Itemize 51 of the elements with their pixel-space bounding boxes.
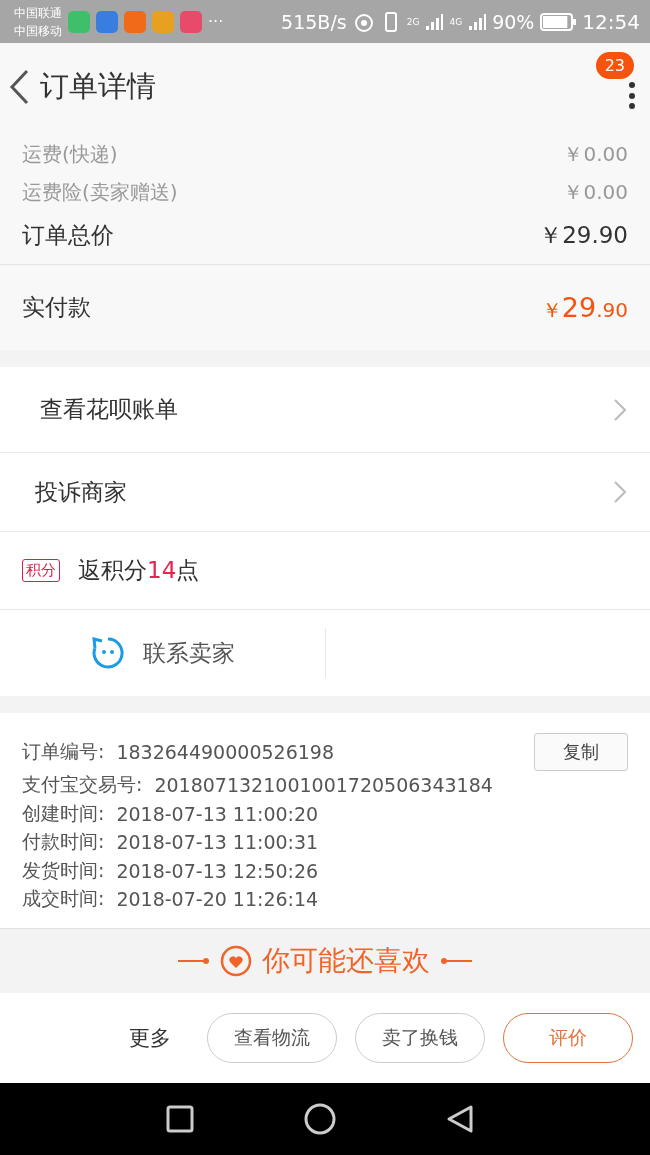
info-label: 订单编号:: [22, 739, 105, 764]
chevron-right-icon: [614, 398, 626, 421]
fee-value: ￥0.00: [563, 178, 628, 206]
info-label: 支付宝交易号:: [22, 772, 143, 798]
paid-label: 实付款: [22, 293, 91, 322]
back-icon[interactable]: [446, 1103, 474, 1134]
network-type: 2G: [406, 16, 420, 27]
info-label: 成交时间:: [22, 886, 105, 912]
fee-label: 运费险(卖家赠送): [22, 178, 178, 206]
battery-icon: [540, 12, 577, 31]
info-value: 2018-07-13 12:50:26: [116, 859, 319, 882]
back-icon[interactable]: [8, 68, 30, 105]
chevron-right-icon: [614, 481, 626, 503]
network-type: 4G: [449, 16, 463, 27]
chat-face-icon: [90, 636, 125, 670]
info-value: 2018-07-13 11:00:20: [116, 802, 319, 825]
paid-amount: ￥29.90: [541, 291, 628, 324]
menu-item[interactable]: 投诉商家: [0, 453, 650, 532]
points-text: 返积分14点: [78, 556, 200, 585]
network-speed: 515B/s: [281, 10, 347, 33]
notification-badge: 23: [595, 52, 634, 79]
divider-arrow-icon: [440, 956, 472, 965]
recommend-title: 你可能还喜欢: [262, 942, 430, 979]
carrier-name: 中国移动: [14, 22, 62, 40]
info-value: 2018071321001001720506343184: [154, 774, 493, 797]
hotspot-icon: [352, 11, 375, 32]
signal-icon: [468, 12, 487, 31]
page-title: 订单详情: [40, 67, 156, 105]
fee-label: 运费(快递): [22, 140, 118, 168]
points-tag: 积分: [22, 559, 60, 582]
recent-apps-icon[interactable]: [166, 1104, 194, 1133]
info-value: 2018-07-20 11:26:14: [116, 888, 319, 911]
carrier-name: 中国联通: [14, 4, 62, 22]
action-button[interactable]: 查看物流: [207, 1012, 337, 1063]
divider-arrow-icon: [178, 956, 210, 965]
battery-percent: 90%: [492, 10, 535, 33]
fee-value: ￥0.00: [563, 140, 628, 168]
clock: 12:54: [582, 9, 640, 34]
info-label: 付款时间:: [22, 829, 105, 855]
info-value: 2018-07-13 11:00:31: [116, 831, 319, 854]
fee-value: ￥29.90: [539, 220, 628, 250]
menu-item[interactable]: 查看花呗账单: [0, 367, 650, 453]
signal-icon: [425, 12, 444, 31]
more-notifications: ···: [208, 12, 224, 31]
info-value: 183264490000526198: [116, 741, 334, 763]
fee-label: 订单总价: [22, 220, 114, 250]
info-label: 创建时间:: [22, 800, 105, 826]
info-label: 发货时间:: [22, 857, 105, 883]
home-icon[interactable]: [304, 1102, 336, 1135]
copy-button[interactable]: 复制: [534, 733, 628, 771]
action-button[interactable]: 卖了换钱: [355, 1012, 485, 1063]
